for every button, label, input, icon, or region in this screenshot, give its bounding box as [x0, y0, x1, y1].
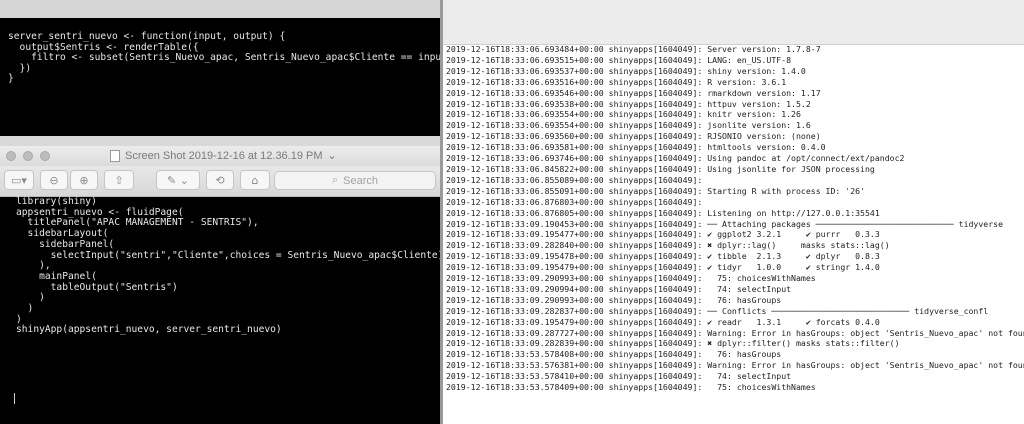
- window-controls: [6, 151, 50, 161]
- log-line: 2019-12-16T18:33:09.190453+00:00 shinyap…: [446, 218, 1004, 229]
- log-line: 2019-12-16T18:33:06.693554+00:00 shinyap…: [446, 109, 801, 120]
- log-line: 2019-12-16T18:33:06.693538+00:00 shinyap…: [446, 98, 811, 109]
- log-line: 2019-12-16T18:33:06.693554+00:00 shinyap…: [446, 120, 811, 131]
- log-line: 2019-12-16T18:33:06.693515+00:00 shinyap…: [446, 54, 792, 65]
- code-line: ): [16, 303, 34, 315]
- search-field[interactable]: ⌕ Search: [274, 171, 436, 190]
- server-code-window: server_sentri_nuevo <- function(input, o…: [0, 0, 440, 136]
- log-line: 2019-12-16T18:33:06.693581+00:00 shinyap…: [446, 142, 826, 153]
- code-line: }: [8, 73, 14, 85]
- log-line: 2019-12-16T18:33:09.195478+00:00 shinyap…: [446, 251, 880, 262]
- search-icon: ⌕: [331, 174, 339, 186]
- log-line: 2019-12-16T18:33:09.290993+00:00 shinyap…: [446, 273, 816, 284]
- code-line: server_sentri_nuevo <- function(input, o…: [8, 31, 286, 42]
- server-code-editor[interactable]: server_sentri_nuevo <- function(input, o…: [0, 18, 440, 136]
- log-line: 2019-12-16T18:33:09.195479+00:00 shinyap…: [446, 262, 880, 273]
- code-line: tableOutput("Sentris"): [16, 281, 178, 293]
- log-line: 2019-12-16T18:33:09.195477+00:00 shinyap…: [446, 229, 880, 240]
- log-line: 2019-12-16T18:33:09.290993+00:00 shinyap…: [446, 294, 782, 305]
- code-line: ): [16, 292, 45, 304]
- zoom-out-button[interactable]: ⊖: [40, 170, 68, 190]
- log-line: 2019-12-16T18:33:06.855089+00:00 shinyap…: [446, 174, 703, 185]
- log-line: 2019-12-16T18:33:06.876803+00:00 shinyap…: [446, 196, 703, 207]
- zoom-button[interactable]: [40, 151, 50, 161]
- code-line: sidebarPanel(: [16, 238, 115, 250]
- title-bar[interactable]: Screen Shot 2019-12-16 at 12.36.19 PM ⌄: [0, 146, 440, 166]
- log-line: 2019-12-16T18:33:53.578408+00:00 shinyap…: [446, 349, 782, 360]
- server-code-body: server_sentri_nuevo <- function(input, o…: [8, 31, 440, 85]
- log-line: 2019-12-16T18:33:09.282839+00:00 shinyap…: [446, 338, 900, 349]
- toolbar: ▭▾ ⊖ ⊕ ⇧ ✎ ⌄ ⟲ ⌂ ⌕ Search: [0, 166, 440, 197]
- window-title-text: Screen Shot 2019-12-16 at 12.36.19 PM: [125, 149, 323, 162]
- rotate-icon: ⟲: [215, 173, 225, 187]
- pen-icon: ✎ ⌄: [167, 173, 189, 187]
- log-line: 2019-12-16T18:33:09.195479+00:00 shinyap…: [446, 316, 880, 327]
- log-line: 2019-12-16T18:33:06.876805+00:00 shinyap…: [446, 207, 880, 218]
- log-line: 2019-12-16T18:33:06.693546+00:00 shinyap…: [446, 87, 821, 98]
- toolbox-button[interactable]: ⌂: [240, 170, 270, 190]
- log-line: 2019-12-16T18:33:09.282840+00:00 shinyap…: [446, 240, 890, 251]
- sidebar-icon: ▭▾: [11, 173, 27, 187]
- toolbox-icon: ⌂: [251, 173, 259, 187]
- log-line: 2019-12-16T18:33:06.693484+00:00 shinyap…: [446, 44, 821, 54]
- log-line: 2019-12-16T18:33:09.290994+00:00 shinyap…: [446, 283, 792, 294]
- minimize-button[interactable]: [23, 151, 33, 161]
- text-cursor: [14, 393, 15, 404]
- window-strip: [0, 0, 440, 18]
- zoom-out-icon: ⊖: [49, 173, 59, 187]
- log-lines: 2019-12-16T18:33:06.693484+00:00 shinyap…: [446, 44, 1024, 393]
- chevron-down-icon[interactable]: ⌄: [328, 149, 337, 162]
- log-line: 2019-12-16T18:33:09.287727+00:00 shinyap…: [446, 327, 1024, 338]
- document-icon: [110, 149, 120, 162]
- code-line: }): [8, 62, 32, 74]
- zoom-in-icon: ⊕: [79, 173, 89, 187]
- app-code-body: library(shiny) appsentri_nuevo <- fluidP…: [16, 196, 444, 336]
- code-line: selectInput("sentri","Cliente",choices =…: [16, 249, 444, 261]
- log-panel: 2019-12-16T18:33:06.693484+00:00 shinyap…: [443, 0, 1024, 424]
- log-line: 2019-12-16T18:33:06.855091+00:00 shinyap…: [446, 185, 865, 196]
- log-line: 2019-12-16T18:33:06.845822+00:00 shinyap…: [446, 163, 875, 174]
- share-button[interactable]: ⇧: [104, 170, 134, 190]
- preview-window: Screen Shot 2019-12-16 at 12.36.19 PM ⌄ …: [0, 146, 444, 424]
- app-code-editor[interactable]: library(shiny) appsentri_nuevo <- fluidP…: [0, 196, 444, 424]
- log-line: 2019-12-16T18:33:06.693537+00:00 shinyap…: [446, 65, 806, 76]
- log-line: 2019-12-16T18:33:06.693746+00:00 shinyap…: [446, 153, 905, 164]
- close-button[interactable]: [6, 151, 16, 161]
- search-placeholder: Search: [343, 174, 379, 187]
- log-line: 2019-12-16T18:33:06.693516+00:00 shinyap…: [446, 76, 787, 87]
- zoom-in-button[interactable]: ⊕: [70, 170, 98, 190]
- log-line: 2019-12-16T18:33:53.578409+00:00 shinyap…: [446, 382, 816, 393]
- sidebar-toggle-button[interactable]: ▭▾: [4, 170, 34, 190]
- log-line: 2019-12-16T18:33:53.578410+00:00 shinyap…: [446, 371, 792, 382]
- share-icon: ⇧: [114, 173, 124, 187]
- rotate-button[interactable]: ⟲: [206, 170, 234, 190]
- log-line: 2019-12-16T18:33:09.282837+00:00 shinyap…: [446, 305, 989, 316]
- log-header: [443, 0, 1024, 45]
- window-title: Screen Shot 2019-12-16 at 12.36.19 PM ⌄: [110, 149, 337, 162]
- log-line: 2019-12-16T18:33:53.576381+00:00 shinyap…: [446, 360, 1024, 371]
- markup-button[interactable]: ✎ ⌄: [156, 170, 200, 190]
- code-line: filtro <- subset(Sentris_Nuevo_apac, Sen…: [31, 52, 440, 64]
- log-line: 2019-12-16T18:33:06.693560+00:00 shinyap…: [446, 131, 821, 142]
- code-line: shinyApp(appsentri_nuevo, server_sentri_…: [16, 324, 282, 336]
- desktop-gap: [0, 136, 440, 146]
